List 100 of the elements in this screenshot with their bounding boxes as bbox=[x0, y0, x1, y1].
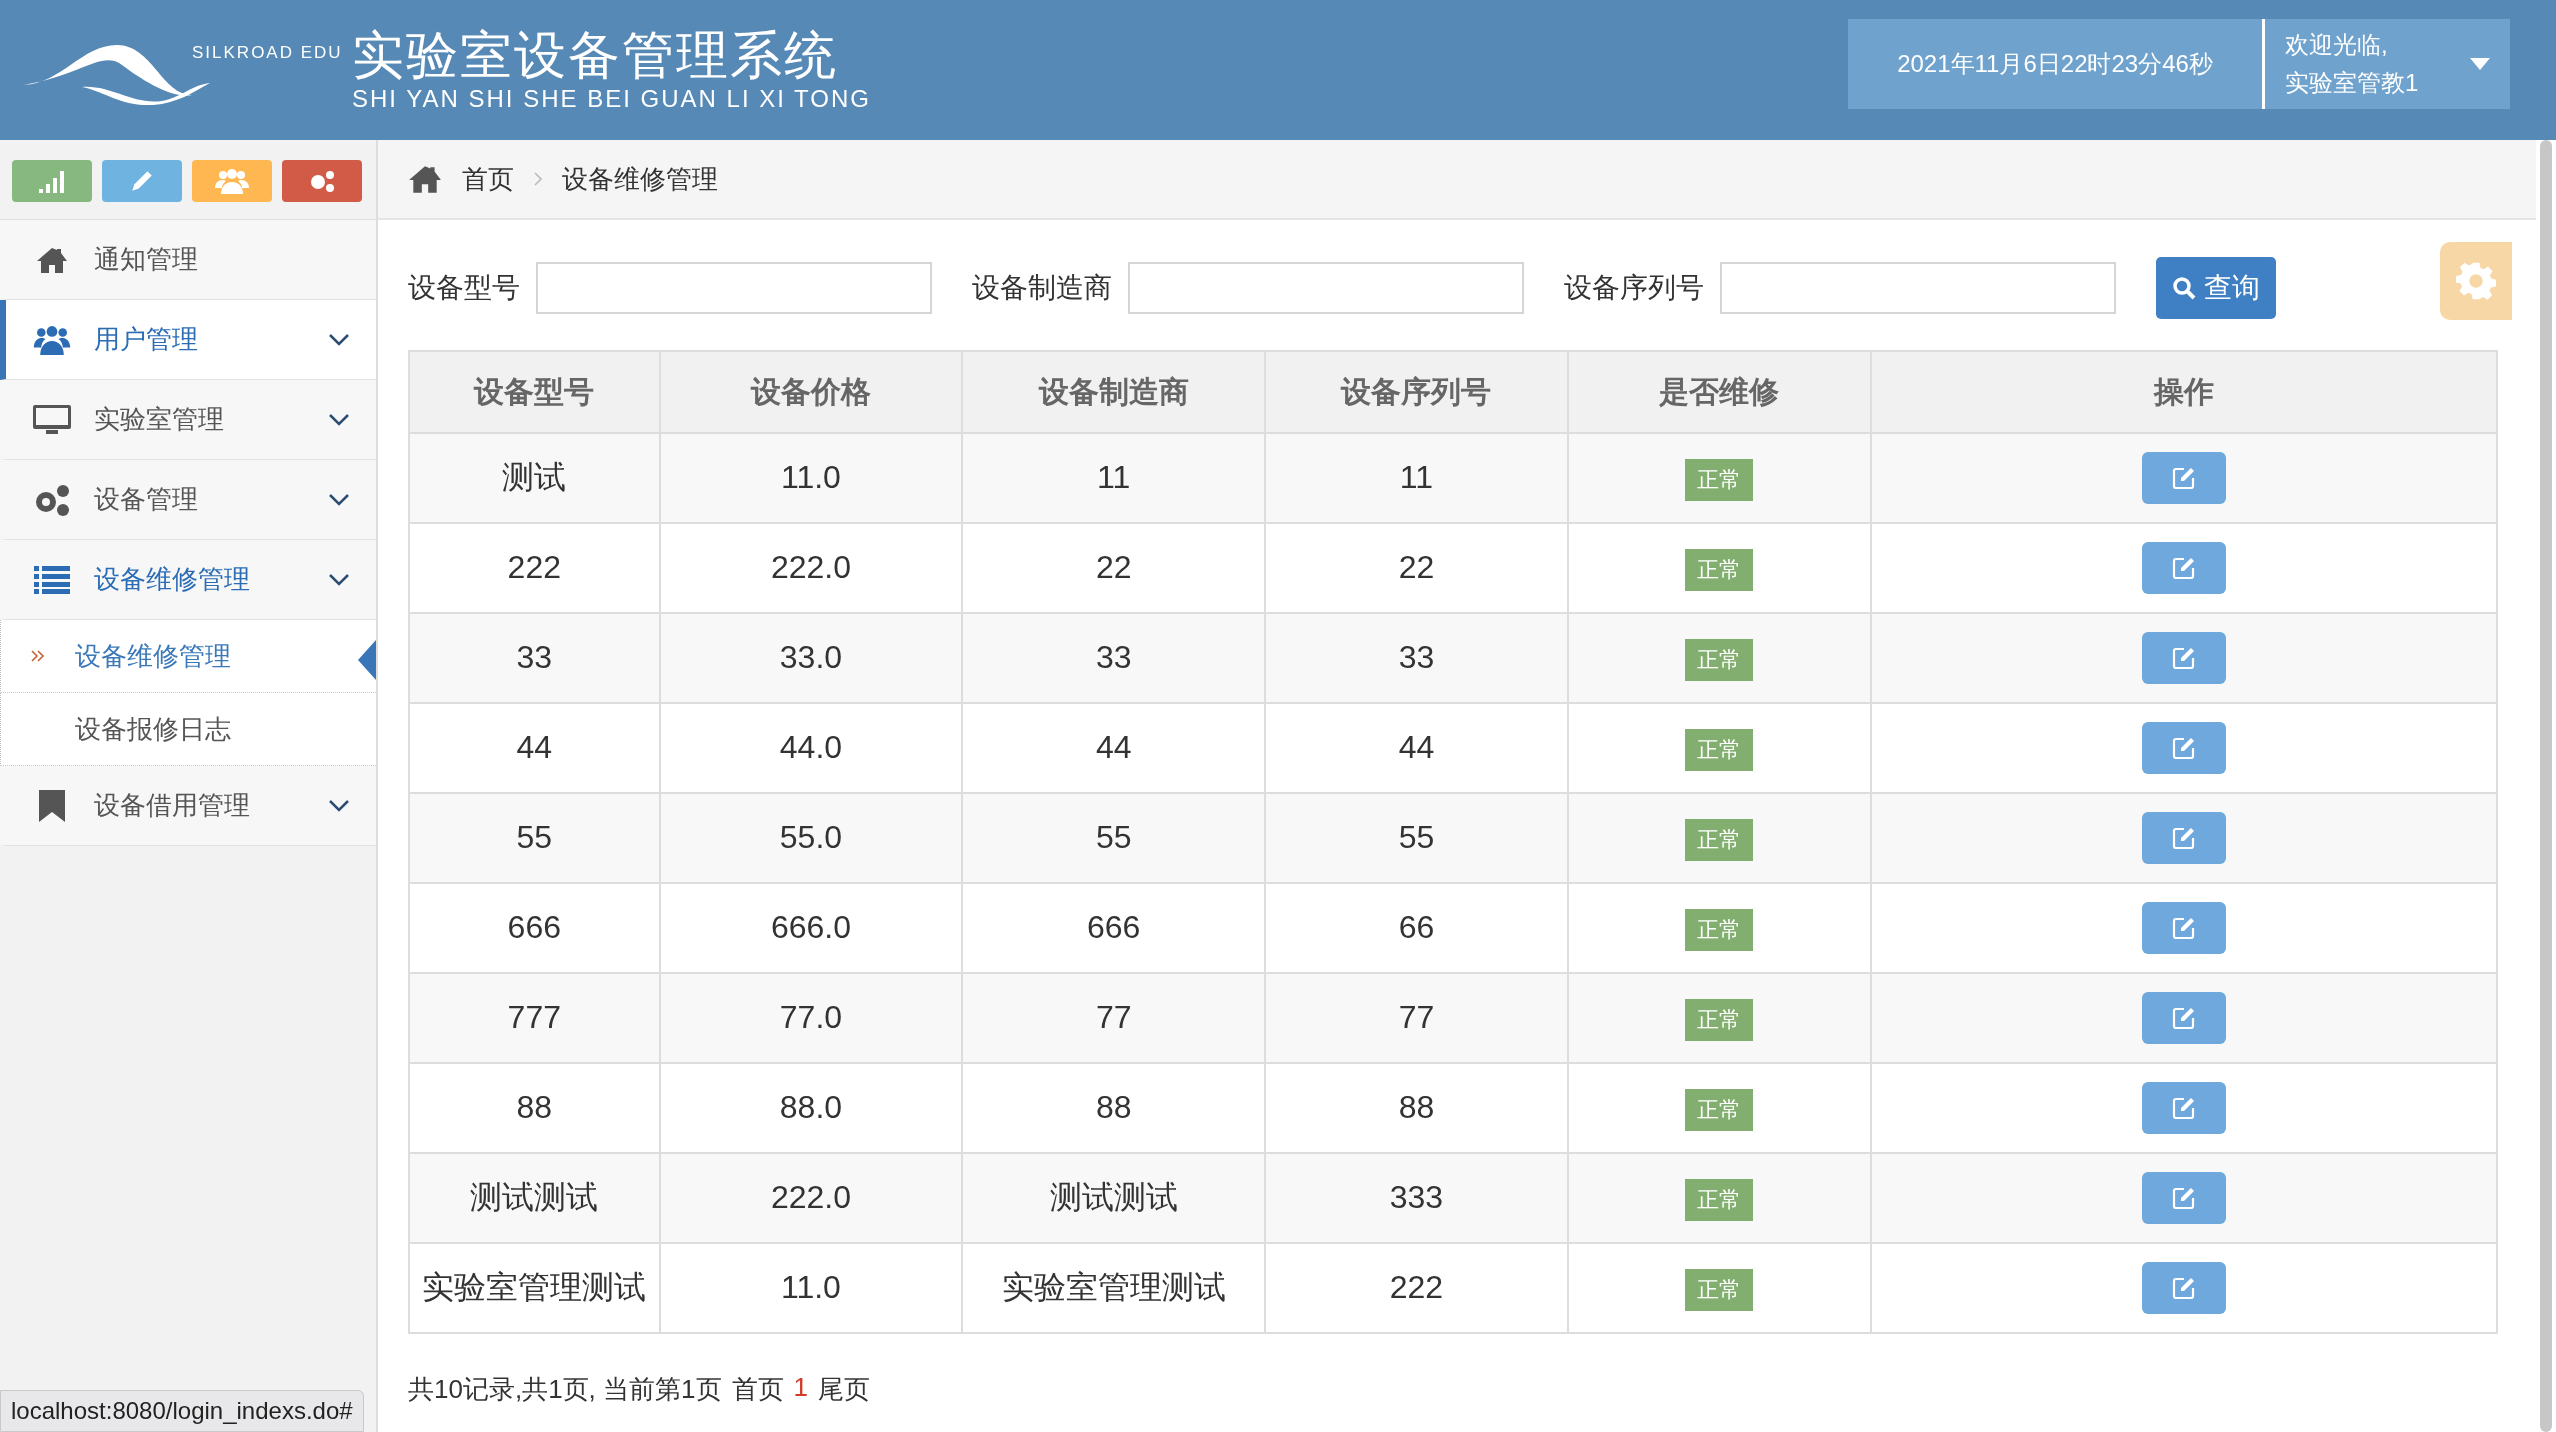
sidebar-item[interactable]: 设备维修管理 bbox=[0, 540, 376, 620]
shortcut-button[interactable] bbox=[102, 160, 182, 202]
list-icon bbox=[32, 565, 72, 594]
edit-button[interactable] bbox=[2141, 542, 2226, 594]
edit-icon bbox=[2171, 916, 2196, 940]
edit-icon bbox=[2171, 1096, 2196, 1120]
settings-button[interactable] bbox=[2440, 242, 2512, 320]
first-page-link[interactable]: 首页 bbox=[731, 1372, 784, 1407]
table-cell: 测试测试 bbox=[962, 1153, 1266, 1243]
search-icon bbox=[2172, 276, 2196, 300]
settings-icon bbox=[2456, 261, 2496, 301]
page-link[interactable]: 1 bbox=[793, 1372, 808, 1407]
sidebar-item[interactable]: 通知管理 bbox=[0, 220, 376, 300]
edit-button[interactable] bbox=[2141, 992, 2226, 1044]
caret-icon bbox=[2470, 58, 2490, 70]
table-cell: 55 bbox=[409, 793, 660, 883]
edit-icon bbox=[2171, 1276, 2196, 1300]
edit-icon bbox=[2171, 1006, 2196, 1030]
menu-label: 通知管理 bbox=[94, 243, 199, 276]
edit-icon bbox=[2171, 646, 2196, 670]
users-icon bbox=[32, 324, 72, 355]
menu-label: 设备维修管理 bbox=[94, 563, 251, 596]
field-label: 设备制造商 bbox=[972, 271, 1112, 305]
table-cell: 测试 bbox=[409, 433, 660, 523]
search-button[interactable]: 查询 bbox=[2156, 257, 2276, 319]
edit-icon bbox=[2171, 1186, 2196, 1210]
sidebar-subitem[interactable]: 设备维修管理 bbox=[0, 620, 376, 693]
table-cell: 33 bbox=[409, 613, 660, 703]
table-cell: 33 bbox=[962, 613, 1266, 703]
table-cell: 777 bbox=[409, 973, 660, 1063]
edit-button[interactable] bbox=[2141, 812, 2226, 864]
edit-button[interactable] bbox=[2141, 902, 2226, 954]
column-header: 操作 bbox=[1870, 351, 2497, 433]
chevron-down-icon bbox=[328, 492, 350, 507]
chevron-down-icon bbox=[328, 332, 350, 347]
edit-button[interactable] bbox=[2141, 722, 2226, 774]
shortcut-button[interactable] bbox=[282, 160, 362, 202]
logo-text: SILKROAD EDU bbox=[192, 43, 343, 63]
table-cell: 55.0 bbox=[659, 793, 963, 883]
table-cell: 77 bbox=[1265, 973, 1568, 1063]
status-badge: 正常 bbox=[1685, 549, 1754, 591]
pencil-icon bbox=[129, 168, 155, 194]
edit-button[interactable] bbox=[2141, 1082, 2226, 1134]
breadcrumb-link[interactable]: 设备维修管理 bbox=[562, 161, 718, 197]
shortcut-button[interactable] bbox=[192, 160, 272, 202]
edit-icon bbox=[2171, 466, 2196, 490]
edit-button[interactable] bbox=[2141, 1262, 2226, 1314]
status-badge: 正常 bbox=[1685, 1269, 1754, 1311]
chevron-down-icon bbox=[328, 572, 350, 587]
search-field[interactable] bbox=[1128, 262, 1524, 314]
menu-label: 用户管理 bbox=[94, 323, 199, 356]
sidebar-subitem[interactable]: 设备报修日志 bbox=[0, 693, 376, 766]
table-cell: 11.0 bbox=[659, 433, 963, 523]
status-url: localhost:8080/login_indexs.do# bbox=[0, 1390, 364, 1432]
table-cell: 55 bbox=[1265, 793, 1568, 883]
table-cell: 实验室管理测试 bbox=[409, 1243, 660, 1333]
submenu-label: 设备维修管理 bbox=[75, 639, 231, 673]
search-field[interactable] bbox=[1720, 262, 2116, 314]
edit-icon bbox=[2171, 736, 2196, 760]
chevron-down-icon bbox=[328, 412, 350, 427]
menu-label: 实验室管理 bbox=[94, 403, 225, 436]
table-cell: 55 bbox=[962, 793, 1266, 883]
edit-button[interactable] bbox=[2141, 452, 2226, 504]
app-title: 实验室设备管理系统 bbox=[352, 27, 839, 85]
last-page-link[interactable]: 尾页 bbox=[818, 1372, 870, 1407]
table-cell: 333 bbox=[1265, 1153, 1568, 1243]
app-subtitle: SHI YAN SHI SHE BEI GUAN LI XI TONG bbox=[352, 84, 871, 113]
scrollbar[interactable] bbox=[2540, 140, 2552, 1432]
edit-button[interactable] bbox=[2141, 1172, 2226, 1224]
field-label: 设备型号 bbox=[408, 271, 520, 305]
status-badge: 正常 bbox=[1685, 819, 1754, 861]
breadcrumb-link[interactable]: 首页 bbox=[462, 161, 514, 197]
status-badge: 正常 bbox=[1685, 639, 1754, 681]
column-header: 是否维修 bbox=[1567, 351, 1871, 433]
table-cell: 11 bbox=[962, 433, 1266, 523]
column-header: 设备价格 bbox=[659, 351, 963, 433]
datetime-display: 2021年11月6日22时23分46秒 bbox=[1848, 19, 2262, 109]
pagination-summary: 共10记录,共1页, 当前第1页 bbox=[408, 1373, 722, 1406]
edit-button[interactable] bbox=[2141, 632, 2226, 684]
table-cell: 33.0 bbox=[659, 613, 963, 703]
table-cell: 实验室管理测试 bbox=[962, 1243, 1266, 1333]
sidebar-item[interactable]: 用户管理 bbox=[0, 300, 376, 380]
menu-label: 设备管理 bbox=[94, 483, 199, 516]
status-badge: 正常 bbox=[1685, 459, 1754, 501]
search-field[interactable] bbox=[536, 262, 932, 314]
shortcut-button[interactable] bbox=[12, 160, 92, 202]
table-cell: 77.0 bbox=[659, 973, 963, 1063]
sidebar-item[interactable]: 实验室管理 bbox=[0, 380, 376, 460]
status-badge: 正常 bbox=[1685, 1089, 1754, 1131]
sidebar-item[interactable]: 设备借用管理 bbox=[0, 766, 376, 846]
table-cell: 33 bbox=[1265, 613, 1568, 703]
column-header: 设备序列号 bbox=[1265, 351, 1568, 433]
sidebar-item[interactable]: 设备管理 bbox=[0, 460, 376, 540]
table-cell: 77 bbox=[962, 973, 1266, 1063]
table-cell: 222.0 bbox=[659, 1153, 963, 1243]
table-cell: 测试测试 bbox=[409, 1153, 660, 1243]
status-badge: 正常 bbox=[1685, 909, 1754, 951]
double-chevron-icon bbox=[31, 650, 45, 662]
edit-icon bbox=[2171, 556, 2196, 580]
status-badge: 正常 bbox=[1685, 999, 1754, 1041]
